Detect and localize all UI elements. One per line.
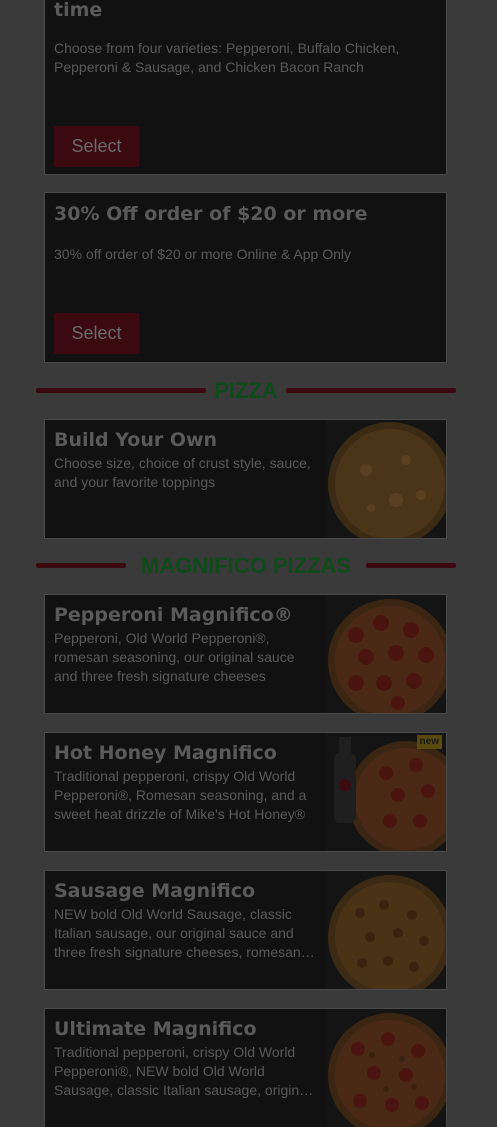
pepperoni-pizza-icon: [326, 595, 446, 713]
sausage-pizza-icon: [326, 871, 446, 989]
menu-item-title: Build Your Own: [54, 429, 218, 451]
deal-card: time Choose from four varieties: Peppero…: [44, 0, 447, 175]
section-header-pizza: PIZZA: [36, 376, 456, 406]
menu-item-card[interactable]: Hot Honey Magnifico Traditional pepperon…: [44, 732, 447, 852]
menu-item-title: Sausage Magnifico: [54, 880, 256, 902]
ultimate-pizza-icon: [326, 1009, 446, 1127]
select-button[interactable]: Select: [54, 126, 139, 167]
menu-item-title: Pepperoni Magnifico®: [54, 604, 293, 626]
select-button[interactable]: Select: [54, 313, 139, 354]
deal-title: 30% Off order of $20 or more: [54, 203, 368, 225]
menu-item-card[interactable]: Sausage Magnifico NEW bold Old World Sau…: [44, 870, 447, 990]
deal-description: 30% off order of $20 or more Online & Ap…: [54, 246, 352, 262]
deal-title: time: [54, 0, 103, 21]
section-heading: MAGNIFICO PIZZAS: [140, 553, 352, 578]
menu-item-card[interactable]: Pepperoni Magnifico® Pepperoni, Old Worl…: [44, 594, 447, 714]
new-badge: new: [416, 735, 442, 749]
menu-item-title: Hot Honey Magnifico: [54, 742, 277, 764]
cheese-pizza-icon: [326, 420, 446, 538]
menu-item-card[interactable]: Build Your Own Choose size, choice of cr…: [44, 419, 447, 539]
hot-honey-pizza-icon: new: [326, 733, 446, 851]
deal-card: 30% Off order of $20 or more 30% off ord…: [44, 192, 447, 363]
section-header-magnifico: MAGNIFICO PIZZAS: [36, 551, 456, 581]
menu-item-description: Pepperoni, Old World Pepperoni®, romesan…: [54, 630, 295, 684]
menu-item-description: NEW bold Old World Sausage, classic Ital…: [54, 906, 315, 960]
deal-description: Choose from four varieties: Pepperoni, B…: [54, 40, 400, 75]
section-heading: PIZZA: [214, 378, 278, 403]
menu-item-description: Traditional pepperoni, crispy Old World …: [54, 1044, 314, 1098]
menu-item-description: Choose size, choice of crust style, sauc…: [54, 455, 311, 490]
menu-item-title: Ultimate Magnifico: [54, 1018, 257, 1040]
menu-page: time Choose from four varieties: Peppero…: [0, 0, 497, 1127]
menu-item-card[interactable]: Ultimate Magnifico Traditional pepperoni…: [44, 1008, 447, 1127]
menu-item-description: Traditional pepperoni, crispy Old World …: [54, 768, 307, 822]
